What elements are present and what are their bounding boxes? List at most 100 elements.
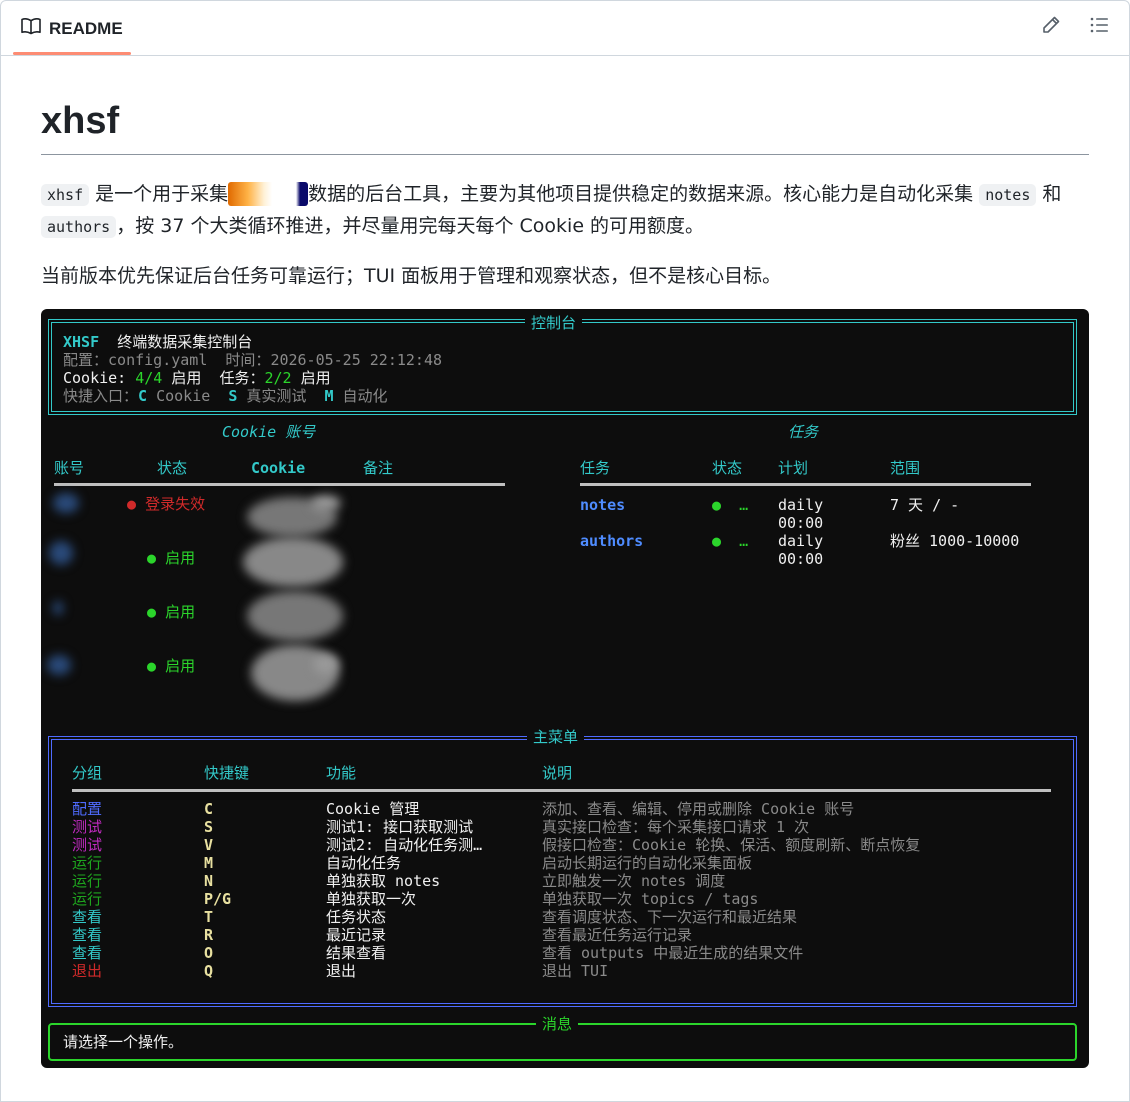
menu-row-function: 单独获取一次 — [326, 890, 417, 908]
menu-row-group: 查看 — [72, 926, 103, 944]
book-icon — [21, 17, 41, 40]
menu-row-group: 测试 — [72, 818, 103, 836]
menu-row-function: Cookie 管理 — [326, 800, 420, 818]
menu-row-key[interactable]: T — [204, 908, 213, 926]
pencil-icon[interactable] — [1041, 15, 1061, 35]
task-panel-title: 任务 — [788, 423, 819, 441]
menu-row-key[interactable]: M — [204, 854, 213, 872]
task-header-range: 范围 — [890, 459, 921, 477]
redacted-account — [47, 655, 71, 675]
menu-header-group: 分组 — [72, 764, 103, 782]
menu-row-description: 查看调度状态、下一次运行和最近结果 — [542, 908, 798, 926]
inline-code: xhsf — [41, 183, 90, 206]
menu-header-rule — [72, 789, 1051, 792]
menu-row-function: 单独获取 notes — [326, 872, 441, 890]
menu-row-function: 测试2: 自动化任务测… — [326, 836, 483, 854]
menu-row-key[interactable]: V — [204, 836, 213, 854]
menu-row-description: 启动长期运行的自动化采集面板 — [542, 854, 753, 872]
console-line-3: Cookie: 4/4 启用 任务：2/2 启用 — [63, 369, 331, 387]
cookie-row-1-status: ● 登录失效 — [127, 495, 206, 513]
redacted-note — [311, 495, 341, 511]
page-title: xhsf — [41, 100, 1089, 155]
redacted-account — [49, 541, 73, 565]
tab-readme[interactable]: README — [13, 1, 131, 56]
console-line-4: 快捷入口：C Cookie S 真实测试 M 自动化 — [63, 387, 388, 405]
redacted-region — [228, 182, 309, 207]
menu-row-description: 查看最近任务运行记录 — [542, 926, 693, 944]
task-header-status: 状态 — [712, 459, 743, 477]
menu-row-description: 单独获取一次 topics / tags — [542, 890, 759, 908]
cookie-header-cookie: Cookie — [251, 459, 306, 477]
cookie-header-account: 账号 — [54, 459, 85, 477]
task-row-notes-status: ● … — [712, 496, 749, 514]
cookie-row-2-status: ● 启用 — [147, 549, 196, 567]
menu-row-description: 真实接口检查：每个采集接口请求 1 次 — [542, 818, 810, 836]
redacted-account — [53, 493, 79, 513]
task-row-authors-plan: daily 00:00 — [778, 532, 824, 568]
menu-row-description: 查看 outputs 中最近生成的结果文件 — [542, 944, 804, 962]
menu-row-key[interactable]: N — [204, 872, 213, 890]
menu-row-group: 测试 — [72, 836, 103, 854]
cookie-header-note: 备注 — [363, 459, 394, 477]
menu-row-function: 自动化任务 — [326, 854, 402, 872]
menu-row-description: 退出 TUI — [542, 962, 609, 980]
list-icon[interactable] — [1089, 15, 1109, 35]
readme-body: xhsf xhsf 是一个用于采集 数据的后台工具，主要为其他项目提供稳定的数据来… — [41, 56, 1089, 292]
menu-row-key[interactable]: R — [204, 926, 213, 944]
header-actions — [1041, 15, 1109, 35]
task-row-authors-name: authors — [580, 532, 644, 550]
cookie-panel-title: Cookie 账号 — [222, 423, 316, 441]
task-row-notes-name: notes — [580, 496, 626, 514]
task-row-authors-range: 粉丝 1000-10000 — [890, 532, 1020, 550]
menu-row-group: 配置 — [72, 800, 103, 818]
menu-row-key[interactable]: C — [204, 800, 213, 818]
menu-row-key[interactable]: P/G — [204, 890, 231, 908]
message-text: 请选择一个操作。 — [63, 1033, 184, 1051]
menu-row-key[interactable]: Q — [204, 962, 213, 980]
redacted-account — [53, 601, 63, 615]
menu-row-description: 添加、查看、编辑、停用或删除 Cookie 账号 — [542, 800, 855, 818]
message-box-title: 消息 — [536, 1015, 579, 1033]
menu-header-function: 功能 — [326, 764, 357, 782]
task-row-authors-status: ● … — [712, 532, 749, 550]
menu-row-function: 任务状态 — [326, 908, 387, 926]
task-row-notes-range: 7 天 / - — [890, 496, 960, 514]
redacted-note — [313, 654, 339, 674]
menu-row-group: 查看 — [72, 944, 103, 962]
task-row-notes-plan: daily 00:00 — [778, 496, 824, 532]
menu-row-function: 结果查看 — [326, 944, 387, 962]
terminal-screenshot: 控制台 XHSF 终端数据采集控制台 配置：config.yaml 时间：202… — [41, 309, 1089, 1068]
menu-row-function: 测试1: 接口获取测试 — [326, 818, 474, 836]
inline-code: notes — [979, 183, 1037, 206]
menu-row-group: 运行 — [72, 854, 103, 872]
task-header-name: 任务 — [580, 459, 611, 477]
status-paragraph: 当前版本优先保证后台任务可靠运行；TUI 面板用于管理和观察状态，但不是核心目标… — [41, 264, 782, 287]
cookie-row-4-status: ● 启用 — [147, 657, 196, 675]
inline-code: authors — [41, 215, 117, 238]
console-line-2: 配置：config.yaml 时间：2026-05-25 22:12:48 — [63, 351, 443, 369]
intro-paragraph: xhsf 是一个用于采集 数据的后台工具，主要为其他项目提供稳定的数据来源。核心能… — [41, 179, 1089, 243]
readme-header: README — [1, 1, 1129, 56]
tab-active-indicator — [13, 52, 131, 55]
cookie-header-status: 状态 — [157, 459, 188, 477]
redacted-cookie — [243, 537, 343, 587]
menu-row-description: 假接口检查：Cookie 轮换、保活、额度刷新、断点恢复 — [542, 836, 921, 854]
menu-row-key[interactable]: S — [204, 818, 213, 836]
console-box-title: 控制台 — [525, 314, 583, 332]
menu-row-group: 查看 — [72, 908, 103, 926]
menu-row-group: 运行 — [72, 872, 103, 890]
menu-row-function: 最近记录 — [326, 926, 387, 944]
menu-row-function: 退出 — [326, 962, 357, 980]
cookie-row-3-status: ● 启用 — [147, 603, 196, 621]
main-menu-title: 主菜单 — [527, 728, 585, 746]
task-header-plan: 计划 — [778, 459, 809, 477]
redacted-cookie — [247, 591, 343, 641]
cookie-header-rule — [54, 483, 505, 486]
menu-header-key: 快捷键 — [204, 764, 250, 782]
console-line-1: XHSF 终端数据采集控制台 — [63, 333, 253, 351]
menu-row-group: 退出 — [72, 962, 103, 980]
menu-row-group: 运行 — [72, 890, 103, 908]
menu-row-description: 立即触发一次 notes 调度 — [542, 872, 726, 890]
menu-row-key[interactable]: O — [204, 944, 213, 962]
menu-header-description: 说明 — [542, 764, 573, 782]
